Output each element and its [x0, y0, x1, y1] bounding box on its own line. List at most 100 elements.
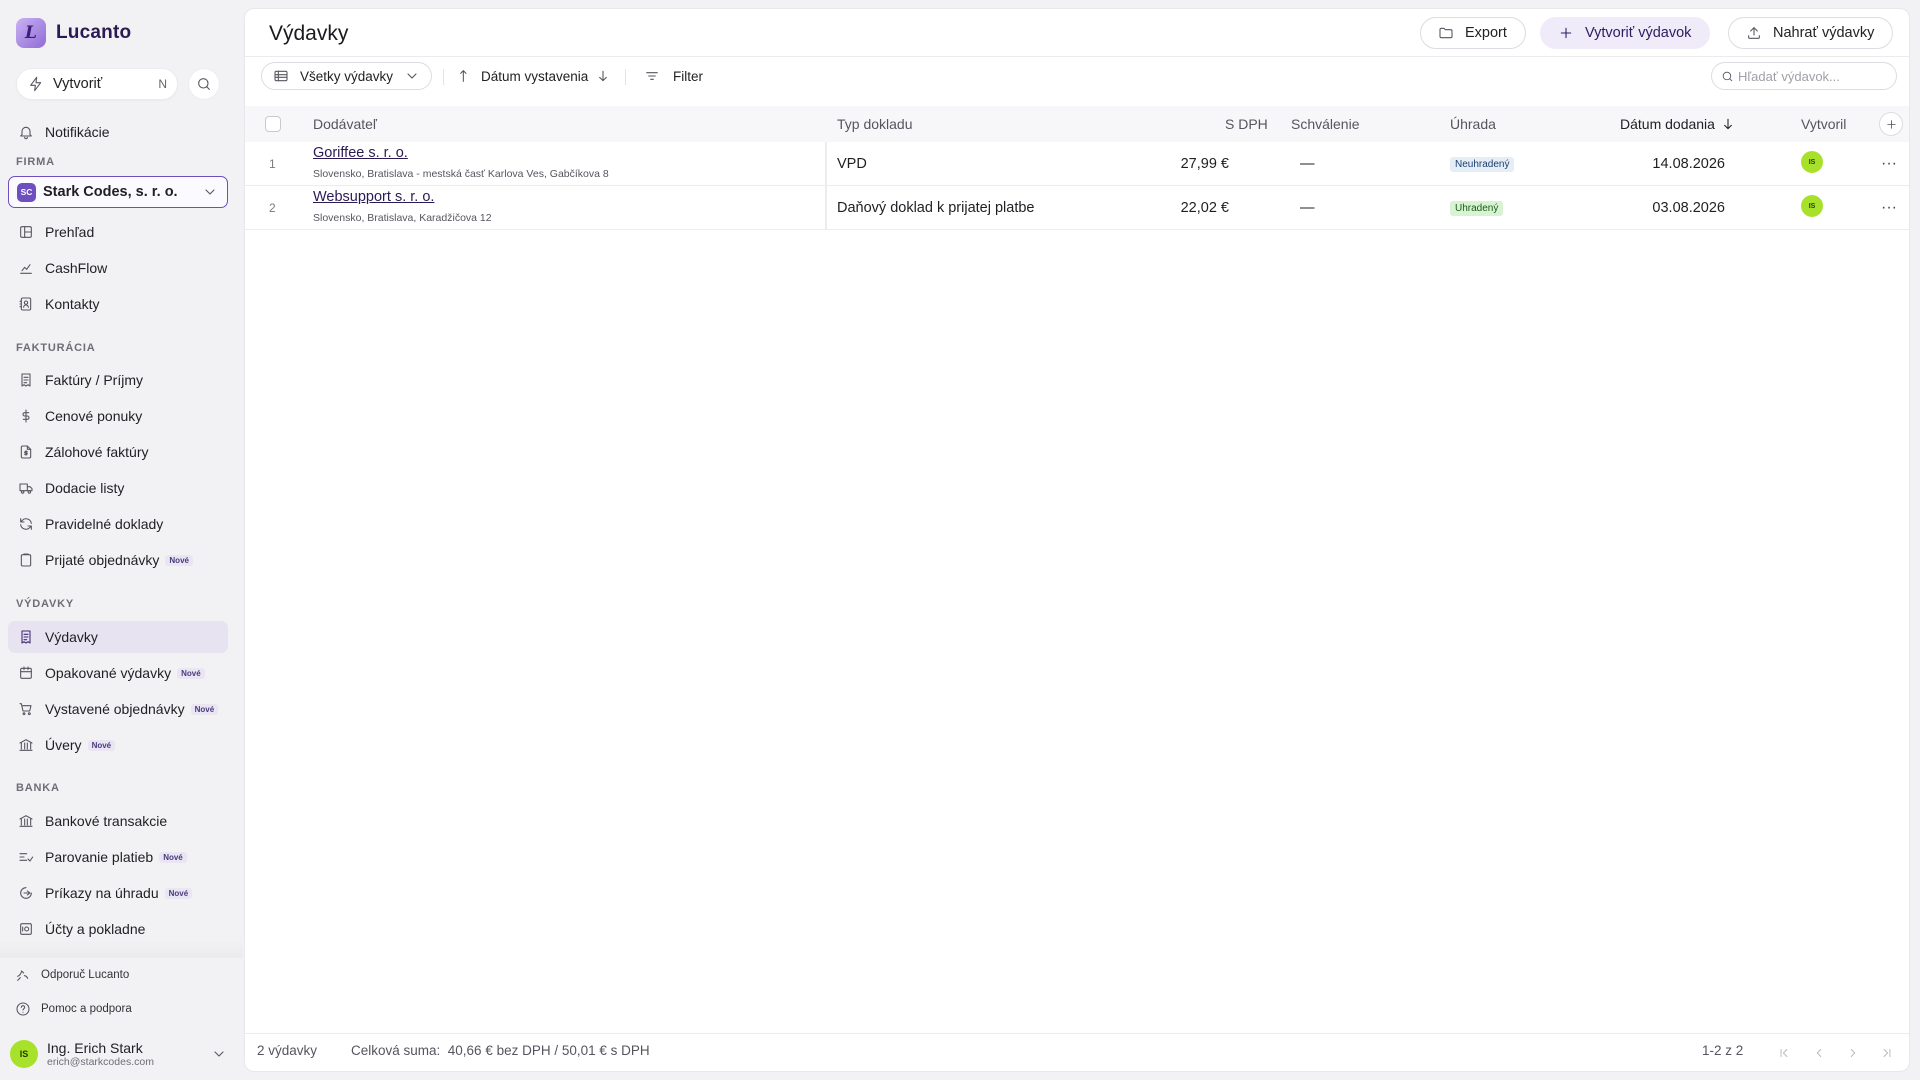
sidebar-item-recurring-expenses[interactable]: Opakované výdavky Nové [8, 657, 228, 689]
checkbox[interactable] [265, 116, 281, 132]
user-menu[interactable]: IS Ing. Erich Stark erich@starkcodes.com [10, 1038, 228, 1070]
column-payment[interactable]: Úhrada [1450, 106, 1496, 142]
vendor-address: Slovensko, Bratislava - mestská časť Kar… [313, 168, 609, 180]
user-name: Ing. Erich Stark [47, 1039, 143, 1056]
first-page-icon[interactable] [1775, 1044, 1793, 1062]
section-label-billing: FAKTURÁCIA [16, 342, 96, 354]
amount-cell: 22,02 € [1180, 200, 1229, 216]
create-expense-label: Vytvoriť výdavok [1585, 25, 1692, 41]
row-number: 1 [269, 157, 276, 171]
column-created-by[interactable]: Vytvoril [1801, 106, 1846, 142]
sidebar-item-label: Parovanie platieb [45, 849, 154, 865]
sidebar-item-expenses[interactable]: Výdavky [8, 621, 228, 653]
sidebar-item-label: Bankové transakcie [45, 813, 168, 829]
sidebar-item-invoices[interactable]: Faktúry / Príjmy [8, 364, 228, 396]
search-input[interactable] [1738, 68, 1888, 84]
sidebar-item-label: Dodacie listy [45, 480, 125, 496]
sidebar-item-contacts[interactable]: Kontakty [8, 288, 228, 320]
row-more-button[interactable]: ··· [1881, 186, 1897, 230]
sidebar-search-button[interactable] [188, 68, 220, 100]
last-page-icon[interactable] [1878, 1044, 1896, 1062]
creator-cell: IS [1801, 140, 1823, 184]
sidebar-item-quotes[interactable]: Cenové ponuky [8, 400, 228, 432]
logo[interactable]: L Lucanto [16, 18, 131, 48]
vendor-link[interactable]: Websupport s. r. o. [313, 189, 434, 205]
row-more-button[interactable]: ··· [1881, 142, 1897, 186]
sidebar-item-cashflow[interactable]: CashFlow [8, 252, 228, 284]
sidebar-item-issued-orders[interactable]: Vystavené objednávky Nové [8, 693, 228, 725]
help-icon [14, 1000, 32, 1018]
table-row[interactable]: 2 Websupport s. r. o. Slovensko, Bratisl… [245, 186, 1909, 230]
bell-icon [17, 123, 35, 141]
select-all-checkbox[interactable] [265, 106, 281, 142]
lightning-icon [27, 75, 45, 93]
search-icon [195, 75, 213, 93]
sidebar-item-label: Kontakty [45, 296, 100, 312]
sort-select[interactable]: Dátum vystavenia [457, 62, 612, 90]
chart-icon [17, 259, 35, 277]
doc-type-cell: VPD [837, 156, 867, 172]
column-with-vat[interactable]: S DPH [1225, 106, 1268, 142]
safe-icon [17, 920, 35, 938]
column-doc-type[interactable]: Typ dokladu [837, 106, 913, 142]
next-page-icon[interactable] [1844, 1044, 1862, 1062]
sidebar-item-overview[interactable]: Prehľad [8, 216, 228, 248]
cart-icon [17, 700, 35, 718]
add-column-button[interactable] [1879, 112, 1903, 136]
expense-search[interactable] [1711, 62, 1897, 90]
referral-label: Odporuč Lucanto [41, 969, 130, 981]
truck-icon [17, 479, 35, 497]
creator-cell: IS [1801, 184, 1823, 228]
sidebar-item-payment-matching[interactable]: Parovanie platieb Nové [8, 841, 228, 873]
column-delivery-date[interactable]: Dátum dodania [1620, 106, 1737, 142]
sidebar-item-bank-transactions[interactable]: Bankové transakcie [8, 805, 228, 837]
logo-mark-icon: L [16, 18, 46, 48]
view-select[interactable]: Všetky výdavky [261, 62, 433, 90]
referral-link[interactable]: Odporuč Lucanto [14, 966, 129, 984]
new-badge: Nové [164, 887, 193, 899]
company-select[interactable]: SC Stark Codes, s. r. o. [8, 176, 228, 208]
payment-cell: Uhradený [1450, 186, 1504, 230]
export-button[interactable]: Export [1420, 17, 1526, 49]
bank-icon [17, 736, 35, 754]
chevron-down-icon [403, 67, 421, 85]
sidebar-item-payment-orders[interactable]: Príkazy na úhradu Nové [8, 877, 228, 909]
folder-icon [1437, 24, 1455, 42]
more-icon: ··· [1881, 199, 1897, 216]
chevron-down-icon [201, 183, 219, 201]
sidebar-item-delivery-notes[interactable]: Dodacie listy [8, 472, 228, 504]
vendor-link[interactable]: Goriffee s. r. o. [313, 145, 408, 161]
company-badge: SC [17, 182, 36, 202]
main-panel: Výdavky Export Vytvoriť výdavok Nahrať v… [244, 8, 1910, 1072]
table-row[interactable]: 1 Goriffee s. r. o. Slovensko, Bratislav… [245, 142, 1909, 186]
vendor-address: Slovensko, Bratislava, Karadžičova 12 [313, 212, 492, 224]
pagination-info: 1-2 z 2 [1702, 1043, 1744, 1058]
plus-icon [1882, 115, 1900, 133]
search-icon [1720, 67, 1734, 85]
upload-expenses-button[interactable]: Nahrať výdavky [1728, 17, 1894, 49]
create-expense-button[interactable]: Vytvoriť výdavok [1540, 17, 1711, 49]
sidebar-item-label: Faktúry / Príjmy [45, 372, 144, 388]
more-icon: ··· [1881, 155, 1897, 172]
avatar: IS [1801, 151, 1823, 173]
prev-page-icon[interactable] [1810, 1044, 1828, 1062]
chevron-down-icon [210, 1045, 228, 1063]
sidebar-item-loans[interactable]: Úvery Nové [8, 729, 228, 761]
amount-cell: 27,99 € [1180, 156, 1229, 172]
sidebar-item-received-orders[interactable]: Prijaté objednávky Nové [8, 544, 228, 576]
filter-button[interactable]: Filter [643, 62, 703, 90]
column-approval[interactable]: Schválenie [1291, 106, 1360, 142]
approval-cell: — [1300, 156, 1315, 172]
sidebar-item-proforma[interactable]: Zálohové faktúry [8, 436, 228, 468]
column-vendor[interactable]: Dodávateľ [313, 106, 377, 142]
sidebar-item-notifications[interactable]: Notifikácie [8, 116, 228, 148]
approval-cell: — [1300, 200, 1315, 216]
help-link[interactable]: Pomoc a podpora [14, 1000, 132, 1018]
bank-icon [17, 812, 35, 830]
sidebar-item-recurring-docs[interactable]: Pravidelné doklady [8, 508, 228, 540]
doc-type-cell: Daňový doklad k prijatej platbe [837, 200, 1035, 216]
receipt-icon [17, 628, 35, 646]
app-name: Lucanto [56, 22, 132, 43]
create-shortcut: N [158, 77, 167, 91]
create-button[interactable]: Vytvoriť N [16, 68, 178, 100]
